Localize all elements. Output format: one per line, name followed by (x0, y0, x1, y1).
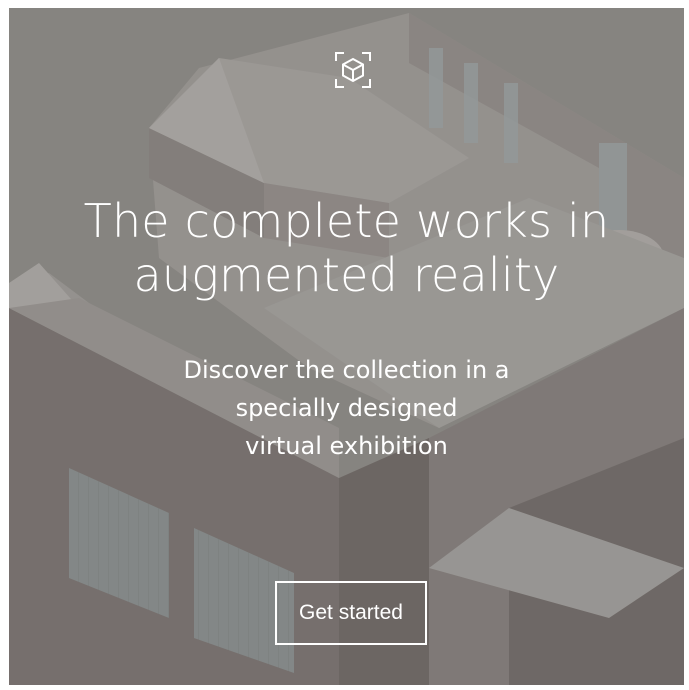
get-started-button[interactable]: Get started (275, 581, 427, 645)
ar-cube-icon (335, 52, 371, 88)
headline-line-2: augmented reality (133, 248, 560, 302)
subtitle-line-2: specially designed (235, 394, 458, 422)
headline-line-1: The complete works in (83, 194, 610, 248)
hero-section: The complete works in augmented reality … (9, 8, 684, 685)
hero-headline: The complete works in augmented reality (9, 194, 684, 302)
subtitle-line-1: Discover the collection in a (183, 356, 510, 384)
hero-subtitle: Discover the collection in a specially d… (9, 351, 684, 465)
subtitle-line-3: virtual exhibition (245, 432, 448, 460)
